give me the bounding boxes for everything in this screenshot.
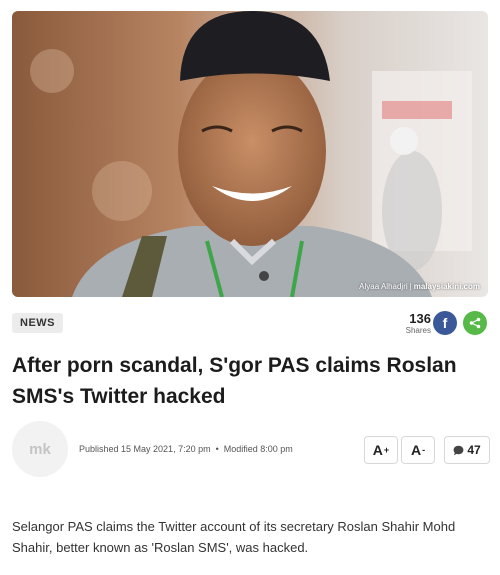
comments-button[interactable]: 47 bbox=[444, 436, 490, 464]
increase-font-sup: + bbox=[383, 445, 390, 455]
share-icon bbox=[469, 317, 481, 329]
article-headline: After porn scandal, S'gor PAS claims Ros… bbox=[12, 354, 457, 408]
photo-credit-brand: malaysiakini.com bbox=[413, 282, 480, 291]
modified-date: Modified 8:00 pm bbox=[223, 444, 293, 454]
share-count-label: Shares bbox=[405, 326, 431, 335]
increase-font-label: A bbox=[372, 442, 383, 458]
decrease-font-sup: - bbox=[422, 445, 426, 455]
hero-image: Alyaa Alhadjri | malaysiakini.com bbox=[12, 11, 488, 297]
hero-photo bbox=[12, 11, 488, 297]
facebook-icon: f bbox=[442, 315, 448, 331]
published-date: Published 15 May 2021, 7:20 pm bbox=[79, 444, 211, 454]
share-count: 136 Shares bbox=[399, 312, 431, 336]
share-count-number: 136 bbox=[409, 311, 431, 326]
comment-icon bbox=[453, 445, 464, 456]
publisher-logo: mk bbox=[12, 421, 68, 477]
photo-credit: Alyaa Alhadjri | malaysiakini.com bbox=[359, 282, 480, 291]
facebook-share-button[interactable]: f bbox=[433, 311, 457, 335]
share-button[interactable] bbox=[463, 311, 487, 335]
increase-font-button[interactable]: A + bbox=[364, 436, 398, 464]
photo-credit-photographer: Alyaa Alhadjri bbox=[359, 282, 408, 291]
decrease-font-button[interactable]: A- bbox=[401, 436, 435, 464]
article-meta: Published 15 May 2021, 7:20 pm • Modified … bbox=[79, 444, 293, 454]
category-badge[interactable]: NEWS bbox=[12, 313, 63, 333]
article-lead: Selangor PAS claims the Twitter account … bbox=[12, 519, 456, 555]
comment-count: 47 bbox=[467, 443, 481, 457]
decrease-font-label: A bbox=[410, 442, 422, 458]
